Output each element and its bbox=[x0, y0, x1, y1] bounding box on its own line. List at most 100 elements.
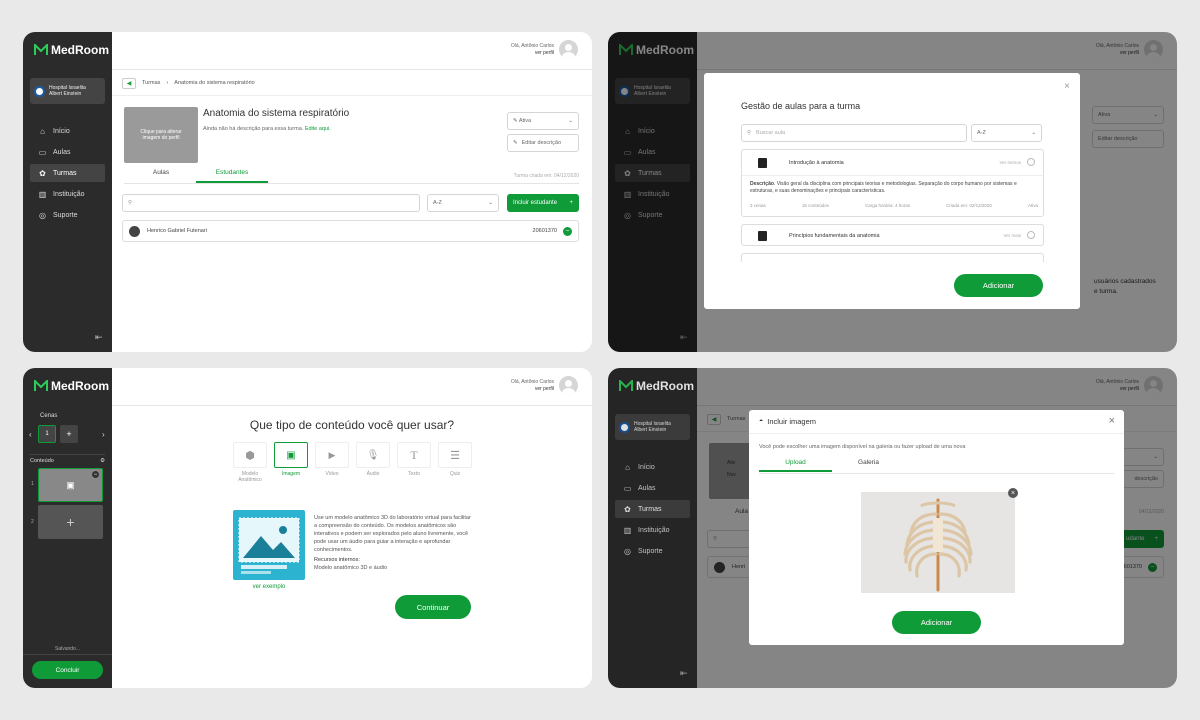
tab-label: Aulas bbox=[152, 169, 170, 176]
status-select[interactable]: ✎ Ativa ⌄ bbox=[507, 112, 579, 130]
finish-button[interactable]: Concluir bbox=[32, 661, 103, 679]
content-item-number: 1 bbox=[31, 481, 34, 487]
remove-student-icon[interactable]: − bbox=[563, 226, 572, 236]
plus-icon: + bbox=[66, 514, 75, 530]
continue-button[interactable]: Continuar bbox=[395, 595, 471, 619]
student-search-input[interactable]: ⚲ bbox=[122, 194, 420, 212]
list-item[interactable]: Princípios fundamentais da anatomia Ver … bbox=[741, 224, 1044, 246]
content-item-image[interactable]: ▣ − bbox=[38, 468, 103, 502]
avatar[interactable] bbox=[559, 376, 578, 395]
lesson-icon bbox=[758, 231, 767, 241]
tab-aulas[interactable]: Aulas bbox=[124, 169, 198, 183]
brand-logo[interactable]: MedRoom bbox=[34, 43, 109, 57]
scenes-label: Cenas bbox=[40, 413, 58, 419]
image-icon: ▣ bbox=[66, 479, 75, 490]
sort-select[interactable]: A-Z ⌄ bbox=[427, 194, 499, 212]
content-type-question: Que tipo de conteúdo você quer usar? bbox=[249, 418, 455, 432]
microphone-icon: 🎙 bbox=[356, 442, 390, 468]
close-icon[interactable]: × bbox=[1064, 81, 1070, 92]
institution-selector[interactable]: Hospital Israelita Albert Einstein bbox=[30, 78, 105, 104]
example-link[interactable]: ver exemplo bbox=[233, 584, 305, 590]
scene-next-icon[interactable]: › bbox=[102, 430, 105, 439]
lesson-sort-select[interactable]: A-Z ⌄ bbox=[971, 124, 1042, 142]
edit-description-link[interactable]: Edite aqui. bbox=[305, 126, 331, 132]
scene-prev-icon[interactable]: ‹ bbox=[29, 430, 32, 439]
list-icon: ☰ bbox=[438, 442, 472, 468]
content-type-image[interactable]: ▣ Imagem bbox=[274, 442, 308, 483]
sidebar-item-aulas[interactable]: ▭ Aulas bbox=[30, 143, 105, 161]
lesson-radio[interactable] bbox=[1027, 158, 1035, 166]
chevron-down-icon: ⌄ bbox=[488, 200, 493, 206]
table-row[interactable]: Henrico Gabriel Futenari 20601370 − bbox=[122, 220, 579, 242]
remove-image-icon[interactable]: × bbox=[1008, 488, 1018, 498]
class-image-placeholder[interactable]: Clique para alterar imagem do perfil bbox=[124, 107, 198, 163]
lesson-search-input[interactable]: ⚲ Buscar aula bbox=[741, 124, 967, 142]
breadcrumb-parent[interactable]: Turmas bbox=[142, 80, 160, 86]
edit-description-button[interactable]: ✎ Editar descrição bbox=[507, 134, 579, 152]
tab-estudantes[interactable]: Estudantes bbox=[196, 169, 268, 183]
sort-value: A-Z bbox=[977, 130, 986, 136]
sidebar-item-inicio[interactable]: ⌂ Início bbox=[30, 122, 105, 140]
screen-content-type: MedRoom Cenas ‹ 1 + › Conteúdo ⚙ 1 ▣ − 2 … bbox=[23, 368, 592, 688]
resources-label: Recursos internos: bbox=[314, 556, 360, 563]
continue-label: Continuar bbox=[416, 602, 450, 612]
sidebar-item-label: Instituição bbox=[53, 190, 85, 198]
breadcrumb-separator: › bbox=[166, 80, 169, 86]
remove-content-icon[interactable]: − bbox=[92, 471, 99, 478]
content-type-text[interactable]: T Texto bbox=[397, 442, 431, 483]
content-type-model[interactable]: ⬢ Modelo Anatômico bbox=[233, 442, 267, 483]
lesson-radio[interactable] bbox=[1027, 231, 1035, 239]
user-menu[interactable]: Olá, Antônio Carlos ver perfil bbox=[511, 40, 578, 59]
scene-current[interactable]: 1 bbox=[38, 425, 56, 443]
list-item[interactable] bbox=[741, 253, 1044, 262]
sidebar-item-turmas[interactable]: ✿ Turmas bbox=[30, 164, 105, 182]
user-greeting: Olá, Antônio Carlos bbox=[510, 42, 554, 49]
list-item[interactable]: Introdução à anatomia Ver menos Descriçã… bbox=[741, 149, 1044, 217]
lesson-toggle[interactable]: Ver menos bbox=[999, 160, 1021, 165]
back-button[interactable]: ◀ bbox=[122, 77, 136, 89]
profile-link[interactable]: ver perfil bbox=[511, 50, 554, 57]
sidebar-item-instituicao[interactable]: ▥ Instituição bbox=[30, 185, 105, 203]
lesson-status: Ativa bbox=[1027, 203, 1038, 208]
screen-include-image: MedRoom Hospital Israelita Albert Einstei… bbox=[608, 368, 1177, 688]
profile-link[interactable]: ver perfil bbox=[511, 386, 554, 393]
content-type-audio[interactable]: 🎙 Áudio bbox=[356, 442, 390, 483]
logout-icon[interactable]: ⇤ bbox=[95, 332, 103, 343]
add-scene-button[interactable]: + bbox=[60, 425, 78, 443]
uploaded-image-preview[interactable] bbox=[861, 492, 1015, 593]
content-item-number: 2 bbox=[31, 519, 34, 525]
add-content-button[interactable]: + bbox=[38, 505, 103, 539]
content-type-label: Áudio bbox=[366, 471, 380, 477]
sidebar-divider bbox=[23, 654, 112, 655]
content-type-quiz[interactable]: ☰ Quiz bbox=[438, 442, 472, 483]
sidebar-item-label: Aulas bbox=[53, 148, 71, 156]
status-value: Ativa bbox=[518, 118, 532, 124]
brand-logo[interactable]: MedRoom bbox=[34, 379, 109, 393]
main-content: Olá, Antônio Carlos ver perfil ◀ Turmas ›… bbox=[112, 32, 592, 352]
content-type-label: Quiz bbox=[449, 471, 461, 477]
tab-label: Upload bbox=[785, 459, 806, 466]
add-student-button[interactable]: Incluir estudante + bbox=[507, 194, 579, 212]
tab-label: Galeria bbox=[858, 459, 879, 466]
user-menu[interactable]: Olá, Antônio Carlos ver perfil bbox=[511, 376, 578, 395]
cube-icon: ⬢ bbox=[233, 442, 267, 468]
content-type-video[interactable]: ▶ Vídeo bbox=[315, 442, 349, 483]
lesson-toggle[interactable]: Ver mais bbox=[1003, 233, 1021, 238]
close-icon[interactable]: × bbox=[1109, 415, 1115, 427]
avatar[interactable] bbox=[559, 40, 578, 59]
support-icon: ◎ bbox=[39, 210, 46, 220]
add-lessons-button[interactable]: Adicionar bbox=[954, 274, 1043, 297]
sidebar-item-label: Turmas bbox=[53, 169, 77, 177]
modal-title: Incluir imagem bbox=[767, 417, 816, 426]
description-text: Visão geral da disciplina com principais… bbox=[750, 181, 1017, 194]
scene-sidebar: MedRoom Cenas ‹ 1 + › Conteúdo ⚙ 1 ▣ − 2 … bbox=[23, 368, 112, 688]
tab-upload[interactable]: Upload bbox=[759, 459, 832, 472]
ribcage-image bbox=[861, 492, 1015, 593]
tab-gallery[interactable]: Galeria bbox=[832, 459, 905, 472]
settings-icon[interactable]: ⚙ bbox=[100, 458, 105, 464]
brand-name: MedRoom bbox=[51, 379, 109, 393]
sidebar-item-label: Suporte bbox=[53, 211, 78, 219]
landscape-image-icon bbox=[238, 517, 300, 574]
sidebar-item-suporte[interactable]: ◎ Suporte bbox=[30, 206, 105, 224]
add-image-button[interactable]: Adicionar bbox=[892, 611, 981, 634]
